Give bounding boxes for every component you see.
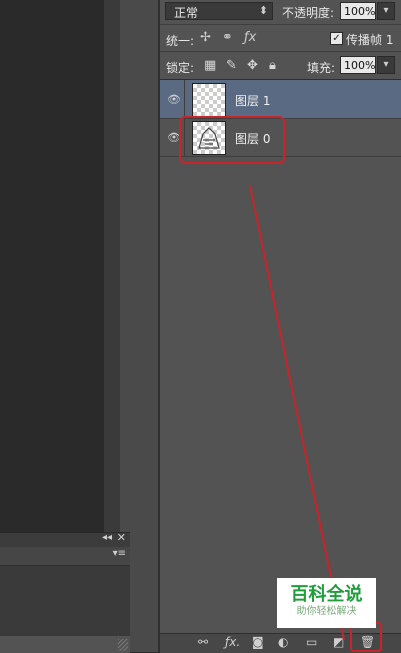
watermark-title: 百科全说 xyxy=(290,584,363,605)
watermark-logo: 百科全说 助你轻松解决 xyxy=(277,578,376,628)
annotation-arrow-line xyxy=(249,185,345,641)
annotation-overlay xyxy=(249,185,345,641)
annotation-highlight-layer xyxy=(179,116,285,164)
watermark-subtitle: 助你轻松解决 xyxy=(296,606,357,617)
